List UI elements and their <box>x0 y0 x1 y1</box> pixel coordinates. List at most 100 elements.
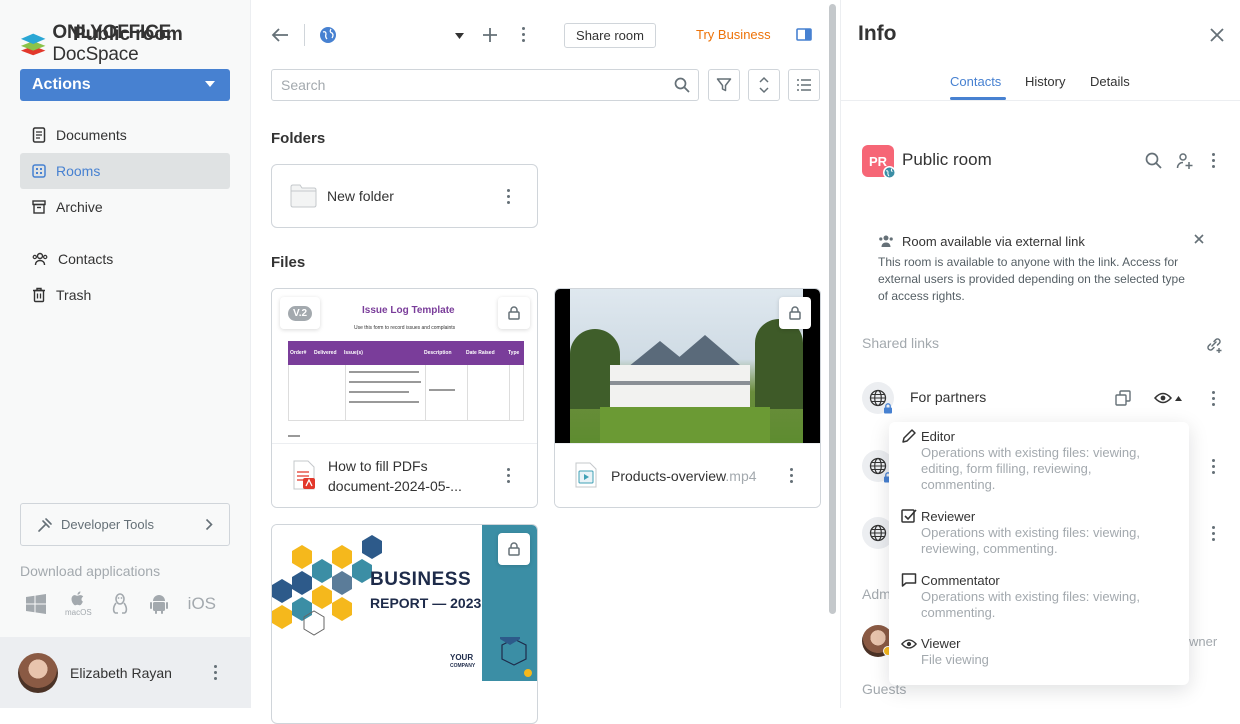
access-option-editor[interactable]: Editor Operations with existing files: v… <box>901 428 1181 493</box>
copy-icon[interactable] <box>1115 390 1131 406</box>
close-icon[interactable] <box>1210 28 1224 42</box>
access-option-reviewer[interactable]: Reviewer Operations with existing files:… <box>901 508 1181 557</box>
windows-icon[interactable] <box>25 593 47 615</box>
file-thumbnail: Issue Log Template Use this form to reco… <box>272 289 537 445</box>
comment-icon <box>901 573 917 587</box>
linux-icon[interactable] <box>110 592 130 616</box>
link-options-icon[interactable] <box>1212 526 1215 541</box>
android-icon[interactable] <box>148 593 170 615</box>
folder-icon <box>290 184 317 208</box>
access-option-viewer[interactable]: Viewer File viewing <box>901 636 1181 668</box>
hexagon-outline <box>500 637 532 677</box>
sidebar-item-trash[interactable]: Trash <box>20 277 230 313</box>
sidebar-item-label: Trash <box>56 287 92 303</box>
tab-details[interactable]: Details <box>1090 74 1130 89</box>
administrators-heading-partial: Adm <box>862 586 891 602</box>
actions-button[interactable]: Actions <box>20 69 230 101</box>
try-business-link[interactable]: Try Business <box>696 27 771 42</box>
caret-down-icon <box>205 81 215 87</box>
file-footer: Products-overview.mp4 <box>555 443 820 507</box>
back-arrow-icon[interactable] <box>271 27 289 43</box>
access-option-desc: commenting. <box>921 605 996 620</box>
public-globe-icon <box>320 27 336 43</box>
share-room-button[interactable]: Share room <box>564 23 656 48</box>
avatar <box>18 652 58 693</box>
developer-tools-button[interactable]: Developer Tools <box>20 503 230 546</box>
file-card[interactable]: Products-overview.mp4 <box>554 288 821 508</box>
folder-menu-icon[interactable] <box>507 189 510 204</box>
logo-product: DocSpace <box>52 44 139 65</box>
sidebar-item-rooms[interactable]: Rooms <box>20 153 230 189</box>
info-panel-toggle-icon[interactable] <box>796 28 812 41</box>
invite-user-icon[interactable] <box>1176 152 1194 170</box>
lock-button[interactable] <box>498 533 530 565</box>
file-name-line-1: How to fill PDFs <box>328 458 428 474</box>
link-options-icon[interactable] <box>1212 459 1215 474</box>
trash-icon <box>33 287 45 303</box>
document-icon <box>32 127 46 143</box>
room-options-icon[interactable] <box>1212 153 1215 168</box>
user-profile-bar[interactable]: Elizabeth Rayan <box>0 637 250 708</box>
thumb-title-2: REPORT — 2023 <box>370 595 482 611</box>
review-check-icon <box>901 509 917 523</box>
external-link-notice: Room available via external link This ro… <box>862 222 1225 312</box>
lock-icon <box>508 306 520 320</box>
file-name: Products-overview.mp4 <box>611 466 757 486</box>
room-title[interactable]: Public room <box>73 24 183 46</box>
owner-role-partial: wner <box>1189 634 1218 649</box>
main-scrollbar[interactable] <box>829 4 836 614</box>
eye-icon[interactable] <box>1154 391 1172 405</box>
sidebar-item-archive[interactable]: Archive <box>20 189 230 225</box>
file-card[interactable]: Issue Log Template Use this form to reco… <box>271 288 538 508</box>
room-name: Public room <box>902 150 992 169</box>
download-applications-label: Download applications <box>20 563 161 579</box>
caret-up-icon[interactable] <box>1175 396 1182 401</box>
folder-tile[interactable]: New folder <box>271 164 538 228</box>
sort-icon <box>759 76 769 94</box>
sidebar-item-contacts[interactable]: Contacts <box>20 241 230 277</box>
file-menu-icon[interactable] <box>507 468 510 483</box>
sidebar-item-label: Documents <box>56 127 127 143</box>
add-link-icon[interactable] <box>1205 336 1223 353</box>
tab-contacts[interactable]: Contacts <box>950 74 1001 89</box>
thumb-col: Order# <box>290 350 307 356</box>
sidebar: ONLYOFFICE DocSpace Actions Documents Ro… <box>0 0 251 708</box>
view-toggle-button[interactable] <box>788 69 820 101</box>
access-option-commentator[interactable]: Commentator Operations with existing fil… <box>901 572 1181 621</box>
lock-button[interactable] <box>498 297 530 329</box>
search-icon[interactable] <box>674 77 690 93</box>
macos-icon[interactable]: macOS <box>65 590 92 617</box>
search-icon[interactable] <box>1145 152 1162 169</box>
plus-icon[interactable] <box>482 27 498 43</box>
access-option-desc: Operations with existing files: viewing, <box>921 525 1140 540</box>
filter-icon <box>716 78 732 92</box>
ios-icon[interactable]: iOS <box>188 594 216 614</box>
files-heading: Files <box>271 254 306 271</box>
thumb-col: Description <box>424 350 452 356</box>
caret-down-icon[interactable] <box>455 33 464 39</box>
thumb-col: Delivered <box>314 350 337 356</box>
file-card[interactable]: BUSINESS REPORT — 2023 YOUR COMPANY <box>271 524 538 724</box>
notice-text: This room is available to anyone with th… <box>878 255 1185 303</box>
user-menu-icon[interactable] <box>214 665 217 680</box>
search-input[interactable]: Search <box>271 69 699 101</box>
thumb-title: Issue Log Template <box>362 305 455 316</box>
tab-history[interactable]: History <box>1025 74 1065 89</box>
video-preview-image <box>570 289 803 445</box>
sidebar-item-documents[interactable]: Documents <box>20 117 230 153</box>
version-badge[interactable]: V.2 <box>280 297 320 329</box>
file-menu-icon[interactable] <box>790 468 793 483</box>
lock-button[interactable] <box>779 297 811 329</box>
sort-button[interactable] <box>748 69 780 101</box>
folders-heading: Folders <box>271 130 326 147</box>
file-name: How to fill PDFs document-2024-05-... <box>328 456 462 496</box>
globe-icon <box>869 524 887 542</box>
pencil-icon <box>902 429 916 443</box>
link-options-icon[interactable] <box>1212 391 1215 406</box>
archive-icon <box>32 200 46 214</box>
filter-button[interactable] <box>708 69 740 101</box>
people-icon <box>879 235 893 247</box>
folder-name: New folder <box>327 188 394 204</box>
room-menu-icon[interactable] <box>522 27 525 42</box>
close-icon[interactable] <box>1194 234 1204 244</box>
